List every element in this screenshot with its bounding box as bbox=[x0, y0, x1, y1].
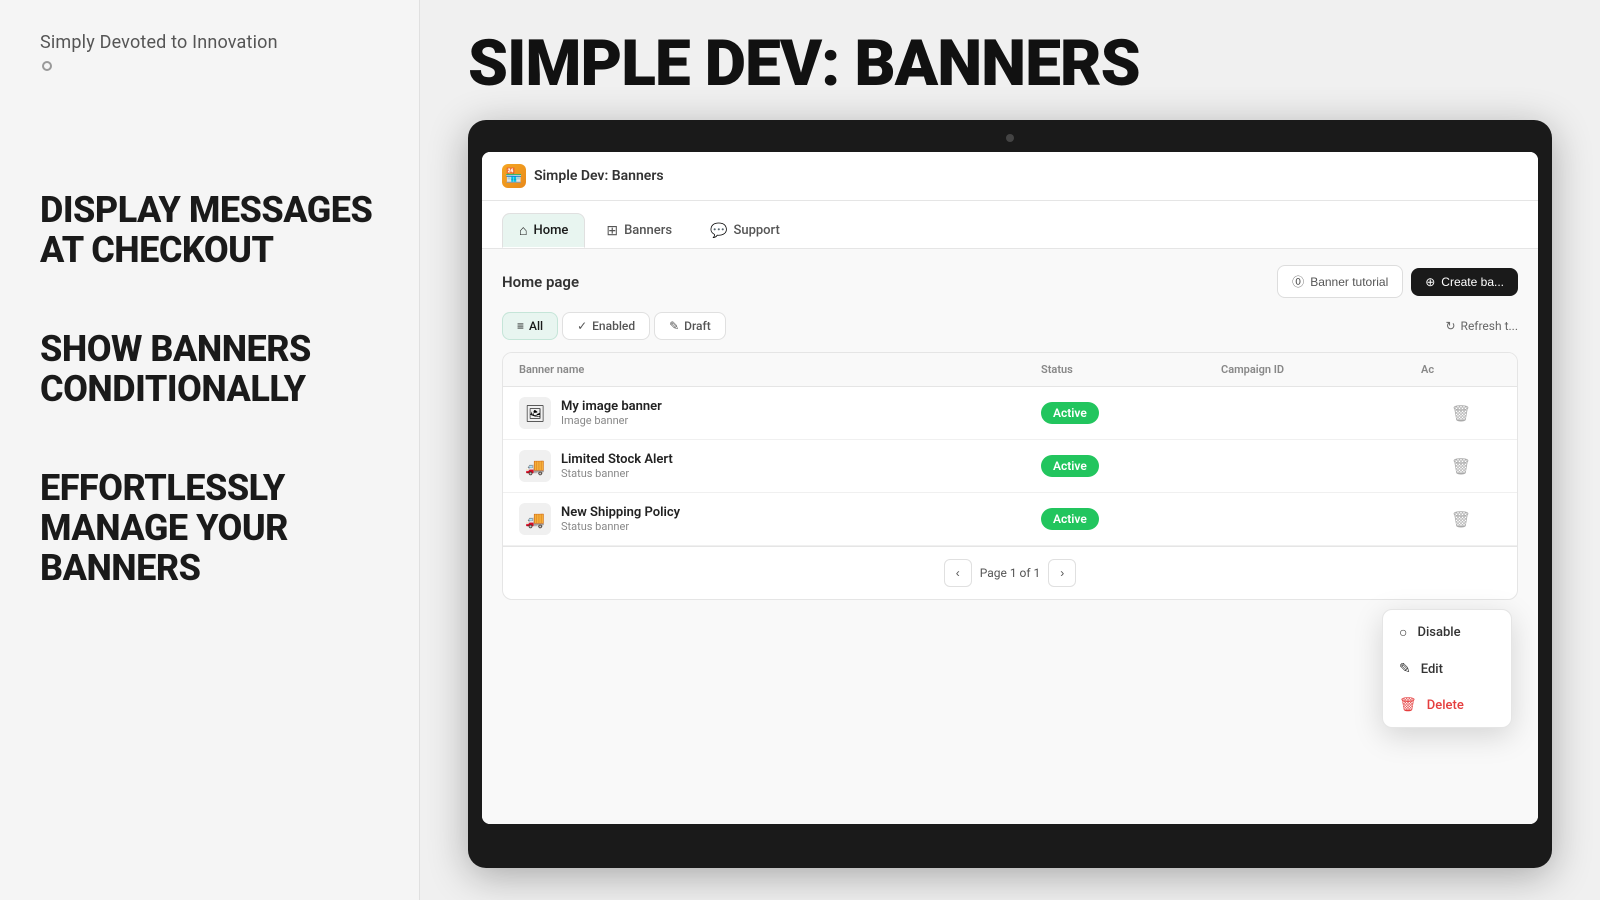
app-title: Simple Dev: Banners bbox=[534, 168, 664, 184]
create-label: Create ba... bbox=[1441, 275, 1504, 289]
filter-all[interactable]: ≡ All bbox=[502, 312, 558, 340]
delete-icon-1[interactable]: 🗑 bbox=[1421, 404, 1501, 423]
prev-page-button[interactable]: ‹ bbox=[944, 559, 972, 587]
page-title: SIMPLE DEV: BANNERS bbox=[468, 32, 1552, 96]
enabled-icon: ✓ bbox=[577, 319, 587, 333]
banner-cell-2: 🚚 Limited Stock Alert Status banner bbox=[519, 450, 1041, 482]
col-status: Status bbox=[1041, 363, 1221, 376]
device-screen: 🏪 Simple Dev: Banners ⌂ Home ⊞ Banners 💬… bbox=[482, 152, 1538, 824]
tab-home-label: Home bbox=[533, 223, 568, 238]
status-cell-1: Active bbox=[1041, 402, 1221, 424]
edit-icon: ✎ bbox=[1399, 661, 1411, 677]
disable-icon: ○ bbox=[1399, 624, 1407, 641]
filter-tabs: ≡ All ✓ Enabled ✎ Draft ↻ bbox=[502, 312, 1518, 340]
header-buttons: ⓪ Banner tutorial ⊕ Create ba... bbox=[1277, 265, 1518, 298]
banner-name-3: New Shipping Policy bbox=[561, 505, 680, 521]
banner-type-2: Status banner bbox=[561, 467, 673, 480]
tutorial-button[interactable]: ⓪ Banner tutorial bbox=[1277, 265, 1403, 298]
delete-icon-2[interactable]: 🗑 bbox=[1421, 457, 1501, 476]
app-icon-emoji: 🏪 bbox=[505, 168, 522, 184]
status-badge-1: Active bbox=[1041, 402, 1099, 424]
table-row: 🚚 New Shipping Policy Status banner Acti… bbox=[503, 493, 1517, 546]
tutorial-label: Banner tutorial bbox=[1310, 275, 1388, 289]
banner-icon-3: 🚚 bbox=[519, 503, 551, 535]
feature-item-3: EFFORTLESSLYMANAGE YOURBANNERS bbox=[40, 469, 379, 588]
tutorial-icon: ⓪ bbox=[1292, 273, 1304, 290]
content-header-title: Home page bbox=[502, 273, 579, 291]
edit-label: Edit bbox=[1421, 662, 1443, 677]
context-disable[interactable]: ○ Disable bbox=[1383, 614, 1511, 651]
right-panel: SIMPLE DEV: BANNERS 🏪 Simple Dev: Banner… bbox=[420, 0, 1600, 900]
content-header: Home page ⓪ Banner tutorial ⊕ Create ba.… bbox=[502, 265, 1518, 298]
banners-icon: ⊞ bbox=[606, 223, 618, 239]
nav-tabs: ⌂ Home ⊞ Banners 💬 Support bbox=[482, 201, 1538, 249]
banner-name-1: My image banner bbox=[561, 399, 662, 415]
left-panel: Simply Devoted to Innovation DISPLAY MES… bbox=[0, 0, 420, 900]
tab-banners-label: Banners bbox=[624, 223, 672, 238]
refresh-icon: ↻ bbox=[1445, 319, 1455, 333]
delete-icon-3[interactable]: 🗑 bbox=[1421, 510, 1501, 529]
app-icon: 🏪 bbox=[502, 164, 526, 188]
brand-dot bbox=[42, 61, 52, 71]
status-cell-2: Active bbox=[1041, 455, 1221, 477]
tab-home[interactable]: ⌂ Home bbox=[502, 213, 585, 248]
banner-name-2: Limited Stock Alert bbox=[561, 452, 673, 468]
create-button[interactable]: ⊕ Create ba... bbox=[1411, 268, 1518, 296]
create-icon: ⊕ bbox=[1425, 275, 1435, 289]
feature-list: DISPLAY MESSAGESAT CHECKOUT SHOW BANNERS… bbox=[40, 191, 379, 588]
app-header: 🏪 Simple Dev: Banners bbox=[482, 152, 1538, 201]
refresh-button[interactable]: ↻ Refresh t... bbox=[1445, 319, 1518, 333]
support-icon: 💬 bbox=[710, 223, 727, 239]
banner-type-1: Image banner bbox=[561, 414, 662, 427]
pagination: ‹ Page 1 of 1 › bbox=[503, 546, 1517, 599]
home-icon: ⌂ bbox=[519, 222, 527, 239]
table-row: 🚚 Limited Stock Alert Status banner Acti… bbox=[503, 440, 1517, 493]
status-cell-3: Active bbox=[1041, 508, 1221, 530]
banner-cell-3: 🚚 New Shipping Policy Status banner bbox=[519, 503, 1041, 535]
device-camera bbox=[1006, 134, 1014, 142]
next-page-button[interactable]: › bbox=[1048, 559, 1076, 587]
filter-tab-group: ≡ All ✓ Enabled ✎ Draft bbox=[502, 312, 726, 340]
delete-menu-icon: 🗑 bbox=[1399, 697, 1417, 713]
feature-item-2: SHOW BANNERSCONDITIONALLY bbox=[40, 330, 379, 409]
col-banner-name: Banner name bbox=[519, 363, 1041, 376]
filter-enabled[interactable]: ✓ Enabled bbox=[562, 312, 650, 340]
banner-info-2: Limited Stock Alert Status banner bbox=[561, 452, 673, 481]
status-badge-2: Active bbox=[1041, 455, 1099, 477]
filter-draft[interactable]: ✎ Draft bbox=[654, 312, 726, 340]
context-delete[interactable]: 🗑 Delete bbox=[1383, 687, 1511, 723]
banner-type-3: Status banner bbox=[561, 520, 680, 533]
col-campaign-id: Campaign ID bbox=[1221, 363, 1421, 376]
all-icon: ≡ bbox=[517, 319, 524, 333]
banner-icon-2: 🚚 bbox=[519, 450, 551, 482]
table-row: 🖼 My image banner Image banner Active 🗑 bbox=[503, 387, 1517, 440]
draft-icon: ✎ bbox=[669, 319, 679, 333]
delete-label: Delete bbox=[1427, 698, 1464, 713]
page-info: Page 1 of 1 bbox=[980, 566, 1041, 580]
brand-name: Simply Devoted to Innovation bbox=[40, 32, 379, 53]
context-edit[interactable]: ✎ Edit bbox=[1383, 651, 1511, 687]
tab-support-label: Support bbox=[733, 223, 779, 238]
disable-label: Disable bbox=[1417, 625, 1460, 640]
all-label: All bbox=[529, 319, 543, 333]
banner-info-3: New Shipping Policy Status banner bbox=[561, 505, 680, 534]
table-header: Banner name Status Campaign ID Ac bbox=[503, 353, 1517, 387]
banner-info-1: My image banner Image banner bbox=[561, 399, 662, 428]
content-area: Home page ⓪ Banner tutorial ⊕ Create ba.… bbox=[482, 249, 1538, 824]
tab-support[interactable]: 💬 Support bbox=[693, 213, 797, 248]
enabled-label: Enabled bbox=[592, 319, 635, 333]
status-badge-3: Active bbox=[1041, 508, 1099, 530]
banner-table: Banner name Status Campaign ID Ac 🖼 My i… bbox=[502, 352, 1518, 600]
tab-banners[interactable]: ⊞ Banners bbox=[589, 213, 689, 248]
device-mockup: 🏪 Simple Dev: Banners ⌂ Home ⊞ Banners 💬… bbox=[468, 120, 1552, 868]
context-menu: ○ Disable ✎ Edit 🗑 Delete bbox=[1382, 609, 1512, 728]
feature-item-1: DISPLAY MESSAGESAT CHECKOUT bbox=[40, 191, 379, 270]
refresh-label: Refresh t... bbox=[1461, 319, 1518, 333]
col-actions: Ac bbox=[1421, 363, 1501, 376]
banner-cell-1: 🖼 My image banner Image banner bbox=[519, 397, 1041, 429]
banner-icon-1: 🖼 bbox=[519, 397, 551, 429]
draft-label: Draft bbox=[684, 319, 711, 333]
